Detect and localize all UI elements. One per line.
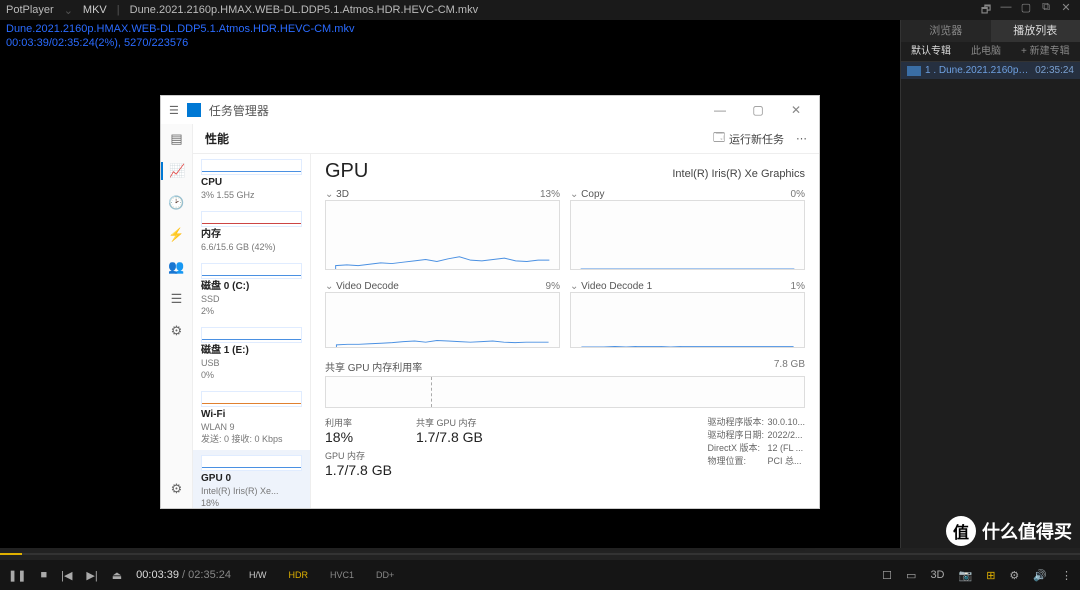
menu-icon[interactable]: ⋮	[1061, 569, 1072, 582]
nav-users-icon[interactable]: 👥	[168, 258, 186, 276]
stop-button[interactable]: ■	[40, 569, 47, 581]
gpu-device: Intel(R) Iris(R) Xe Graphics	[672, 168, 805, 180]
seek-bar[interactable]	[0, 548, 1080, 560]
tm-tab-title: 性能	[205, 130, 229, 147]
close-icon[interactable]: ✕	[1058, 1, 1074, 20]
tm-list-item[interactable]: 磁盘 0 (C:)SSD2%	[193, 258, 310, 322]
nav-performance-icon[interactable]: 📈	[161, 162, 192, 180]
badge-dd: DD+	[372, 569, 398, 581]
tm-titlebar[interactable]: ☰ 任务管理器 — ▢ ✕	[161, 96, 819, 124]
mem-total: 7.8 GB	[774, 359, 805, 374]
gpu-heading: GPU	[325, 160, 368, 183]
mem-title: 共享 GPU 内存利用率	[325, 359, 422, 374]
gpu-chart: Video Decode 11%	[570, 281, 805, 353]
settings-icon[interactable]: ⚙	[1009, 569, 1019, 582]
watermark: 值 什么值得买	[946, 516, 1072, 546]
player-titlebar: PotPlayer ⌄ MKV | Dune.2021.2160p.HMAX.W…	[0, 0, 1080, 20]
maximize-icon[interactable]: ▢	[1018, 1, 1034, 20]
gpu-chart: 3D13%	[325, 189, 560, 275]
tm-list-item[interactable]: GPU 0Intel(R) Iris(R) Xe...18%	[193, 450, 310, 508]
playlist-item[interactable]: 1 . Dune.2021.2160p.HMAX.WEB-DL.DDP5... …	[901, 62, 1080, 79]
eject-button[interactable]: ⏏	[112, 569, 122, 582]
subtitle-icon[interactable]: ☐	[882, 569, 892, 582]
tm-maximize-icon[interactable]: ▢	[743, 103, 773, 117]
subtab-thispc[interactable]: 此电脑	[961, 42, 1011, 61]
task-manager-window: ☰ 任务管理器 — ▢ ✕ ▤ 📈 🕑 ⚡ 👥 ☰ ⚙ ⚙ 性能	[160, 95, 820, 509]
subtab-new[interactable]: + 新建专辑	[1011, 42, 1080, 61]
tm-detail-pane: GPU Intel(R) Iris(R) Xe Graphics 3D13% C…	[311, 154, 819, 508]
tm-list-item[interactable]: 磁盘 1 (E:)USB0%	[193, 322, 310, 386]
run-new-task-button[interactable]: 🗔 运行新任务	[713, 129, 784, 148]
lock-icon[interactable]: 🗗	[978, 1, 994, 20]
nav-processes-icon[interactable]: ▤	[168, 130, 186, 148]
next-button[interactable]: ▶|	[86, 569, 97, 582]
hamburger-icon[interactable]: ☰	[169, 104, 179, 117]
minimize-icon[interactable]: —	[998, 1, 1014, 20]
file-name: Dune.2021.2160p.HMAX.WEB-DL.DDP5.1.Atmos…	[130, 4, 478, 16]
badge-hdr: HDR	[284, 569, 312, 581]
nav-services-icon[interactable]: ⚙	[168, 322, 186, 340]
gpu-stats: 利用率 18% GPU 内存 1.7/7.8 GB 共享 GPU 内存 1.7/…	[325, 416, 805, 478]
tab-browser[interactable]: 浏览器	[901, 20, 991, 42]
nav-startup-icon[interactable]: ⚡	[168, 226, 186, 244]
filter-icon[interactable]: ⊞	[986, 569, 995, 582]
tm-minimize-icon[interactable]: —	[705, 103, 735, 117]
nav-apphistory-icon[interactable]: 🕑	[168, 194, 186, 212]
pause-button[interactable]: ❚❚	[8, 569, 26, 582]
time-display: 00:03:39 / 02:35:24	[136, 569, 231, 581]
subtab-default[interactable]: 默认专辑	[901, 42, 961, 61]
badge-hw: H/W	[245, 569, 271, 581]
ratio-icon[interactable]: ▭	[906, 569, 916, 582]
playlist-panel: 浏览器 播放列表 默认专辑 此电脑 + 新建专辑 1 . Dune.2021.2…	[900, 20, 1080, 548]
tm-list-item[interactable]: 内存6.6/15.6 GB (42%)	[193, 206, 310, 258]
nav-settings-icon[interactable]: ⚙	[168, 480, 186, 498]
tm-resource-list: CPU3% 1.55 GHz内存6.6/15.6 GB (42%)磁盘 0 (C…	[193, 154, 311, 508]
chart-selector[interactable]: Video Decode 1	[570, 281, 652, 292]
capture-icon[interactable]: 📷	[959, 569, 973, 582]
chevron-down-icon[interactable]: ⌄	[64, 4, 73, 17]
potplayer-window: PotPlayer ⌄ MKV | Dune.2021.2160p.HMAX.W…	[0, 0, 1080, 590]
volume-icon[interactable]: 🔊	[1033, 569, 1047, 582]
nav-details-icon[interactable]: ☰	[168, 290, 186, 308]
more-icon[interactable]: ⋯	[796, 132, 807, 145]
chart-selector[interactable]: 3D	[325, 189, 349, 200]
prev-button[interactable]: |◀	[61, 569, 72, 582]
thumbnail-icon	[907, 66, 921, 76]
3d-icon[interactable]: 3D	[930, 569, 944, 581]
tab-playlist[interactable]: 播放列表	[991, 20, 1080, 42]
chart-selector[interactable]: Copy	[570, 189, 605, 200]
tm-close-icon[interactable]: ✕	[781, 103, 811, 117]
tm-list-item[interactable]: Wi-FiWLAN 9发送: 0 接收: 0 Kbps	[193, 386, 310, 450]
tm-title: 任务管理器	[209, 102, 269, 119]
gpu-chart: Video Decode9%	[325, 281, 560, 353]
gpu-chart: Copy0%	[570, 189, 805, 275]
app-name: PotPlayer	[6, 4, 54, 16]
tm-logo-icon	[187, 103, 201, 117]
player-controls: ❚❚ ■ |◀ ▶| ⏏ 00:03:39 / 02:35:24 H/W HDR…	[0, 548, 1080, 590]
restore-icon[interactable]: ⧉	[1038, 1, 1054, 20]
tm-list-item[interactable]: CPU3% 1.55 GHz	[193, 154, 310, 206]
badge-hvc: HVC1	[326, 569, 358, 581]
tm-nav: ▤ 📈 🕑 ⚡ 👥 ☰ ⚙ ⚙	[161, 124, 193, 508]
format-badge: MKV	[83, 4, 107, 16]
chart-selector[interactable]: Video Decode	[325, 281, 399, 292]
mem-bar	[325, 376, 805, 408]
osd-overlay: Dune.2021.2160p.HMAX.WEB-DL.DDP5.1.Atmos…	[6, 22, 354, 50]
